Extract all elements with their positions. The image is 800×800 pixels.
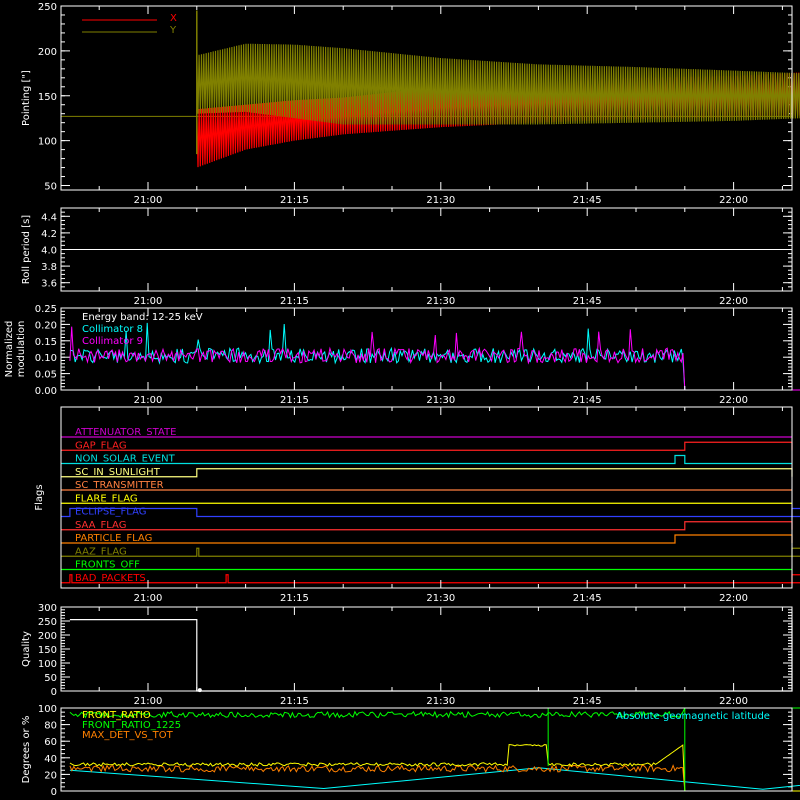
pointing-legend-label: X <box>170 13 177 24</box>
modulation-legend-label: Collimator 9 <box>82 336 143 347</box>
flag-line-9 <box>61 547 800 557</box>
pointing-xtick-label: 21:45 <box>573 195 602 206</box>
pointing-xtick-label: 22:00 <box>719 195 748 206</box>
quality-ytick-label: 0 <box>51 687 57 698</box>
flags-xtick-label: 21:15 <box>280 593 309 604</box>
roll-ytick-label: 4.2 <box>41 229 57 240</box>
flag-label: FLARE_FLAG <box>75 493 138 504</box>
quality-xtick-label: 21:45 <box>573 696 602 707</box>
ratios-annotation: Absolute geomagnetic latitude <box>616 711 770 722</box>
pointing-xtick-label: 21:15 <box>280 195 309 206</box>
modulation-legend-label: Collimator 8 <box>82 324 143 335</box>
pointing-legend-label: Y <box>169 25 177 36</box>
flag-label: BAD_PACKETS <box>75 573 146 584</box>
ratios-legend-label: MAX_DET_VS_TOT <box>82 730 174 741</box>
ratios-geomag-series <box>69 767 800 790</box>
roll-ylabel: Roll period [s] <box>21 215 32 284</box>
flag-label: AAZ_FLAG <box>75 546 127 557</box>
flag-label: ECLIPSE_FLAG <box>75 507 146 518</box>
flag-line-3 <box>61 468 793 478</box>
flags-xtick-label: 21:00 <box>134 593 163 604</box>
pointing-ylabel: Pointing ["] <box>21 70 32 126</box>
quality-ylabel: Quality <box>21 631 32 667</box>
modulation-ytick-label: 0.15 <box>35 337 57 348</box>
ratios-ytick-label: 100 <box>38 704 57 715</box>
quality-dot <box>197 688 202 693</box>
monitor-chart: 5010015020025021:0021:1521:3021:4522:002… <box>4 2 800 798</box>
roll-xtick-label: 21:15 <box>280 296 309 307</box>
modulation-ytick-label: 0.25 <box>35 304 57 315</box>
roll-xtick-label: 21:00 <box>134 296 163 307</box>
flag-label: ATTENUATOR_STATE <box>75 427 176 438</box>
quality-ytick-label: 150 <box>38 645 57 656</box>
pointing-ytick-label: 50 <box>44 182 57 193</box>
flags-xtick-label: 21:30 <box>426 593 455 604</box>
roll-xtick-label: 21:45 <box>573 296 602 307</box>
pointing-ytick-label: 100 <box>38 137 57 148</box>
quality-xtick-label: 22:00 <box>719 696 748 707</box>
pointing-ytick-label: 150 <box>38 92 57 103</box>
quality-ytick-label: 100 <box>38 659 57 670</box>
quality-xtick-label: 21:00 <box>134 696 163 707</box>
quality-ytick-label: 300 <box>38 603 57 614</box>
modulation-xtick-label: 21:00 <box>134 395 163 406</box>
quality-ytick-label: 50 <box>44 673 57 684</box>
ratios-ytick-label: 20 <box>44 770 57 781</box>
pointing-ytick-label: 250 <box>38 2 57 13</box>
flag-line-8 <box>61 534 793 544</box>
quality-xtick-label: 21:15 <box>280 696 309 707</box>
roll-xtick-label: 22:00 <box>719 296 748 307</box>
pointing-ytick-label: 200 <box>38 47 57 58</box>
flag-label: SC_TRANSMITTER <box>75 480 164 491</box>
modulation-ytick-label: 0.00 <box>35 386 57 397</box>
flag-label: GAP_FLAG <box>75 440 127 451</box>
roll-xtick-label: 21:30 <box>426 296 455 307</box>
flag-label: SC_IN_SUNLIGHT <box>75 467 161 478</box>
modulation-ylabel-line2: modulation <box>16 321 27 378</box>
pointing-xtick-label: 21:30 <box>426 195 455 206</box>
flag-label: FRONTS_OFF <box>75 560 140 571</box>
roll-ytick-label: 3.8 <box>41 262 57 273</box>
flag-label: PARTICLE_FLAG <box>75 533 152 544</box>
quality-ytick-label: 200 <box>38 631 57 642</box>
quality-ytick-label: 250 <box>38 617 57 628</box>
modulation-xtick-label: 21:45 <box>573 395 602 406</box>
modulation-annotation: Energy band: 12-25 keV <box>82 312 203 323</box>
quality-xtick-label: 21:30 <box>426 696 455 707</box>
modulation-ytick-label: 0.20 <box>35 320 57 331</box>
pointing-series-Y <box>196 43 800 125</box>
ratios-ylabel: Degrees or % <box>21 716 32 784</box>
flags-xtick-label: 21:45 <box>573 593 602 604</box>
modulation-ytick-label: 0.05 <box>35 370 57 381</box>
roll-ytick-label: 4.4 <box>41 212 57 223</box>
flags-ylabel: Flags <box>34 484 45 510</box>
flag-label: SAA_FLAG <box>75 520 126 531</box>
ratios-ytick-label: 60 <box>44 737 57 748</box>
flag-line-11 <box>61 574 800 584</box>
modulation-xtick-label: 21:30 <box>426 395 455 406</box>
modulation-ylabel-line1: Normalized <box>4 321 15 378</box>
modulation-xtick-label: 21:15 <box>280 395 309 406</box>
flag-line-6 <box>61 507 800 518</box>
quality-series <box>69 619 793 692</box>
ratios-ytick-label: 80 <box>44 721 57 732</box>
ratios-ytick-label: 0 <box>51 787 57 798</box>
flag-line-7 <box>61 521 793 531</box>
flag-line-1 <box>61 441 793 451</box>
modulation-xtick-label: 22:00 <box>719 395 748 406</box>
roll-ytick-label: 3.6 <box>41 279 57 290</box>
chart-stage: 5010015020025021:0021:1521:3021:4522:002… <box>0 0 800 800</box>
modulation-ytick-label: 0.10 <box>35 353 57 364</box>
ratios-ytick-label: 40 <box>44 754 57 765</box>
flags-xtick-label: 22:00 <box>719 593 748 604</box>
pointing-xtick-label: 21:00 <box>134 195 163 206</box>
roll-ytick-label: 4.0 <box>41 246 57 257</box>
flag-label: NON_SOLAR_EVENT <box>75 454 176 465</box>
